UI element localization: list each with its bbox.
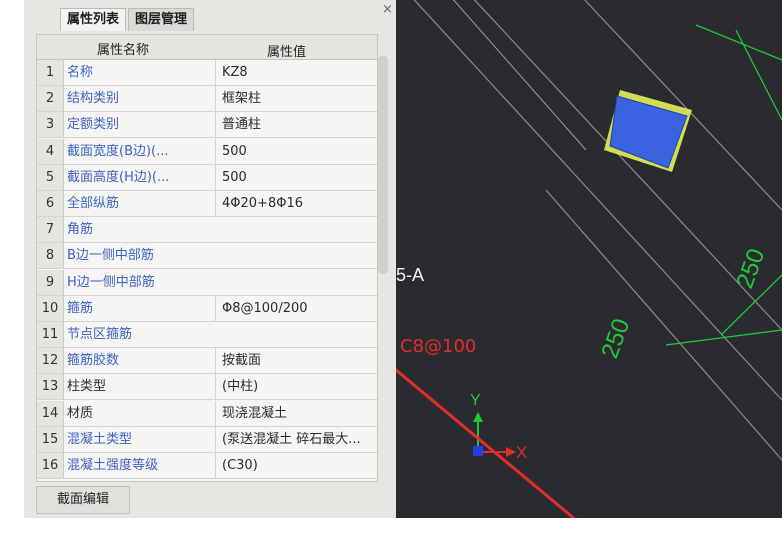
x-axis-label: X	[516, 443, 527, 462]
tab-layer-management[interactable]: 图层管理	[128, 8, 195, 31]
red-arrow-line	[396, 368, 576, 518]
cad-viewport[interactable]: 5-A 250 250 Y X	[396, 0, 782, 518]
property-name: 截面高度(H边)(...	[67, 169, 170, 185]
row-number: 8	[37, 243, 64, 269]
property-name: B边一侧中部筋	[67, 248, 154, 264]
property-name: 角筋	[67, 222, 94, 238]
grid-line	[545, 189, 782, 461]
photo-frame: 属性列表 图层管理 × 属性名称 属性值 1 名称 KZ8 2 结构类别 框架柱 3 定额类别…	[24, 0, 782, 518]
x-axis-arrow	[506, 447, 516, 457]
table-row[interactable]: 11 节点区箍筋	[37, 322, 377, 348]
table-row[interactable]: 15 混凝土类型 (泵送混凝土 碎石最大...	[37, 426, 377, 453]
grid-header: 属性名称 属性值	[37, 35, 377, 60]
property-name: 名称	[67, 65, 94, 80]
table-row[interactable]: 5 截面高度(H边)(... 500	[37, 164, 377, 191]
scrollbar[interactable]	[378, 56, 388, 274]
row-number: 9	[37, 269, 64, 295]
table-row[interactable]: 3 定额类别 普通柱	[37, 112, 377, 139]
property-name: 节点区箍筋	[67, 327, 133, 342]
table-row[interactable]: 8 B边一侧中部筋	[37, 243, 377, 270]
property-value[interactable]: KZ8	[215, 60, 382, 85]
column-header-name: 属性名称	[97, 43, 150, 58]
row-number: 13	[37, 374, 64, 400]
property-grid: 属性名称 属性值 1 名称 KZ8 2 结构类别 框架柱 3 定额类别 普通柱 4 截面宽度(B边)…	[36, 34, 378, 482]
table-row[interactable]: 1 名称 KZ8	[37, 60, 377, 86]
property-value[interactable]: 现浇混凝土	[215, 400, 382, 426]
column-header-value: 属性值	[267, 45, 307, 60]
property-name: 箍筋胶数	[67, 353, 120, 369]
property-value[interactable]: 框架柱	[215, 86, 382, 112]
property-name: 全部纵筋	[67, 196, 120, 211]
property-name: 定额类别	[67, 117, 120, 133]
row-number: 1	[37, 60, 64, 85]
property-value[interactable]: 普通柱	[215, 112, 382, 138]
table-row[interactable]: 4 截面宽度(B边)(... 500	[37, 138, 377, 165]
property-name: 结构类别	[67, 91, 120, 107]
property-panel: 属性列表 图层管理 × 属性名称 属性值 1 名称 KZ8 2 结构类别 框架柱 3 定额类别…	[24, 0, 396, 518]
property-value[interactable]: (泵送混凝土 碎石最大...	[215, 426, 382, 452]
property-name: H边一侧中部筋	[67, 274, 155, 290]
table-row[interactable]: 10 箍筋 Φ8@100/200	[37, 295, 377, 322]
dimension-250-left: 250	[596, 315, 635, 362]
property-name: 箍筋	[67, 300, 94, 316]
row-number: 7	[37, 217, 64, 243]
table-row[interactable]: 12 箍筋胶数 按截面	[37, 348, 377, 375]
row-number: 10	[37, 295, 64, 321]
property-name: 柱类型	[67, 379, 107, 395]
table-row[interactable]: 2 结构类别 框架柱	[37, 86, 377, 113]
panel-tabs: 属性列表 图层管理	[60, 8, 196, 32]
grid-line	[452, 0, 587, 151]
property-value[interactable]: (中柱)	[215, 374, 382, 400]
table-row[interactable]: 16 混凝土强度等级 (C30)	[37, 453, 377, 479]
row-number: 3	[37, 112, 64, 138]
property-value[interactable]: 500	[215, 138, 382, 164]
row-number: 14	[37, 400, 64, 426]
table-row[interactable]: 14 材质 现浇混凝土	[37, 400, 377, 427]
property-value[interactable]: 按截面	[215, 348, 382, 374]
y-axis-label: Y	[470, 392, 481, 409]
table-row[interactable]: 6 全部纵筋 4Φ20+8Φ16	[37, 191, 377, 217]
property-name: 混凝土强度等级	[67, 458, 159, 473]
y-axis-arrow	[473, 412, 483, 422]
row-number: 4	[37, 138, 64, 164]
stirrup-annotation: C8@100	[400, 336, 477, 357]
property-value[interactable]: 500	[215, 164, 382, 190]
row-number: 16	[37, 453, 64, 478]
property-value[interactable]: 4Φ20+8Φ16	[215, 191, 382, 216]
axis-label-5a: 5-A	[396, 265, 424, 285]
table-row[interactable]: 13 柱类型 (中柱)	[37, 374, 377, 401]
origin-marker	[473, 446, 483, 456]
row-number: 6	[37, 191, 64, 216]
row-number: 11	[37, 322, 64, 347]
dimension-250-right: 250	[731, 245, 770, 292]
property-name: 截面宽度(B边)(...	[67, 143, 169, 159]
close-icon[interactable]: ×	[382, 2, 393, 17]
row-number: 12	[37, 348, 64, 374]
section-edit-button[interactable]: 截面编辑	[36, 486, 130, 514]
row-number: 5	[37, 164, 64, 190]
tab-property-list[interactable]: 属性列表	[60, 8, 127, 31]
row-number: 15	[37, 426, 64, 452]
cad-drawing: 5-A 250 250 Y X	[396, 0, 782, 518]
property-name: 材质	[67, 405, 94, 421]
property-name: 混凝土类型	[67, 431, 133, 447]
table-row[interactable]: 9 H边一侧中部筋	[37, 269, 377, 296]
property-value[interactable]: (C30)	[215, 453, 382, 478]
table-row[interactable]: 7 角筋	[37, 217, 377, 244]
row-number: 2	[37, 86, 64, 112]
property-value[interactable]: Φ8@100/200	[215, 295, 382, 321]
dimension-line	[695, 24, 782, 61]
